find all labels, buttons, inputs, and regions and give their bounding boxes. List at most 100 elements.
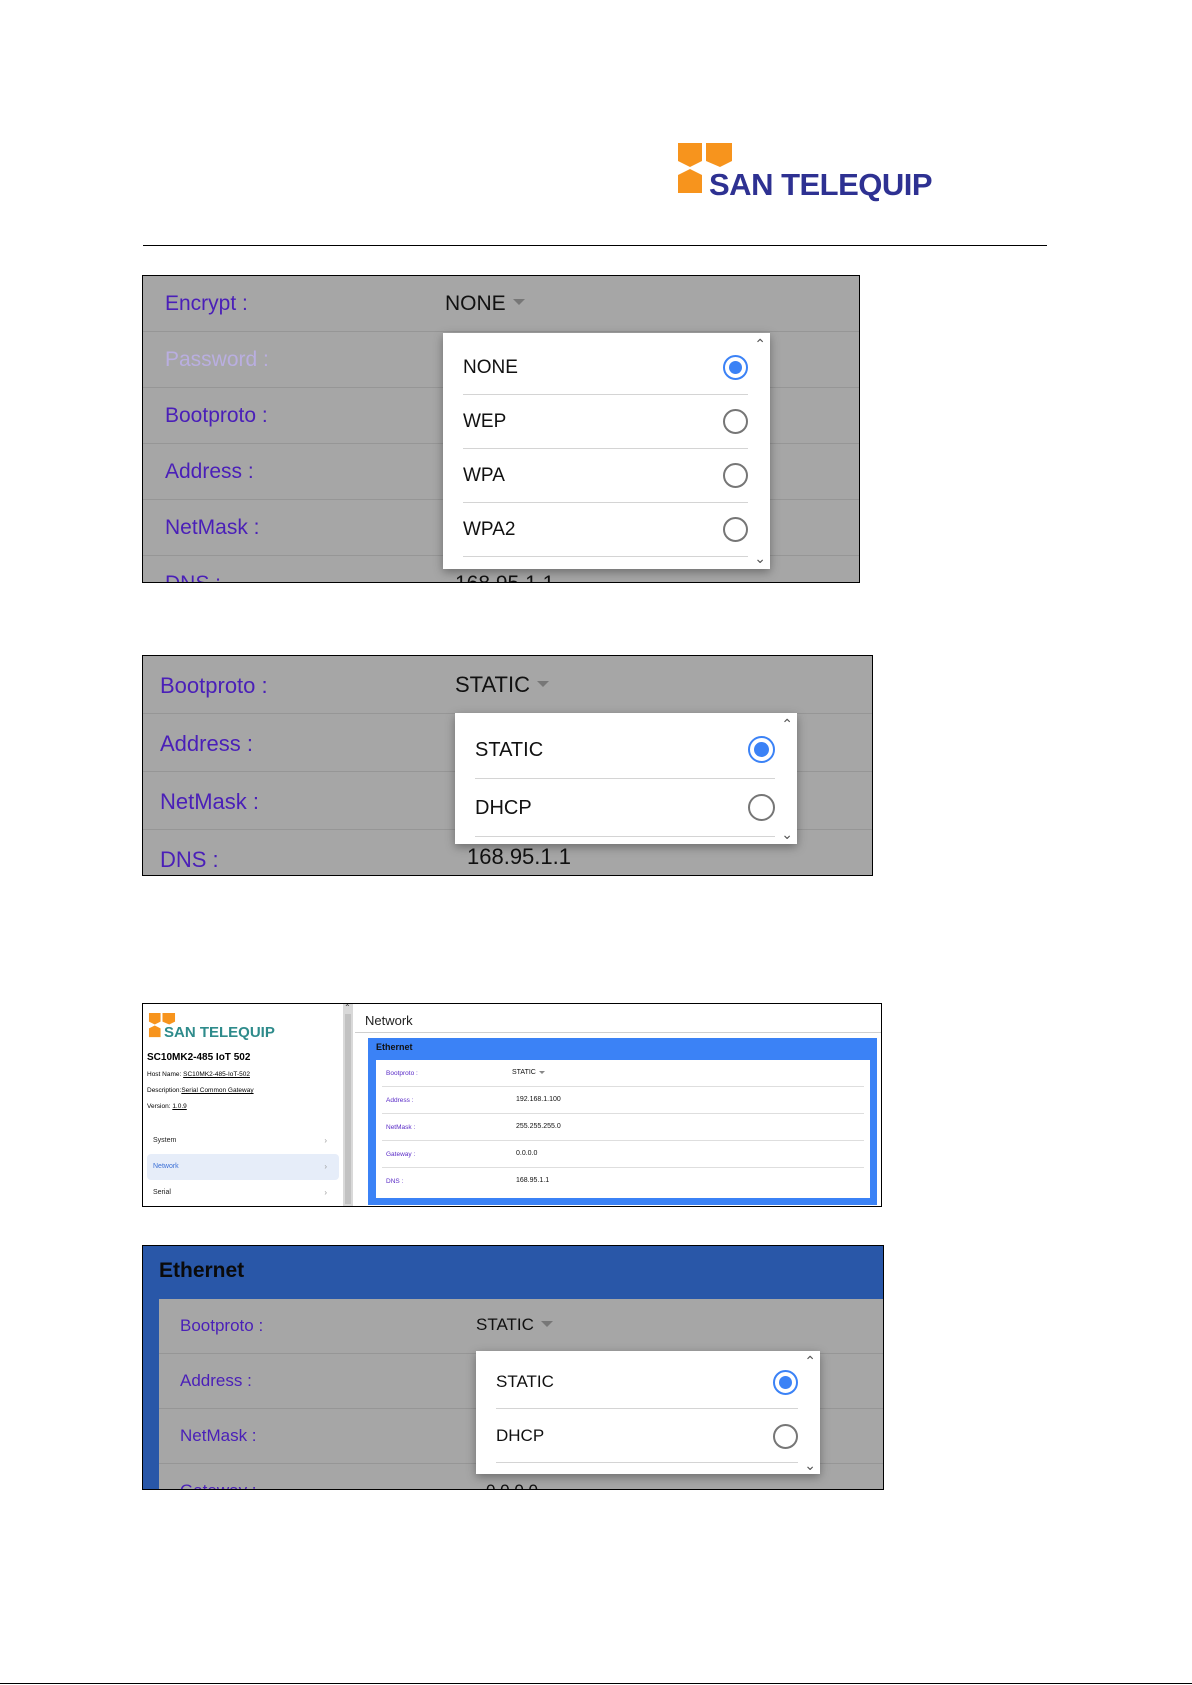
- scroll-up-icon[interactable]: ⌃: [344, 1004, 351, 1012]
- bootproto-row: Bootproto : STATIC: [382, 1060, 864, 1087]
- scroll-down-icon[interactable]: ⌄: [781, 827, 793, 841]
- netmask-value[interactable]: 255.255.255.0: [516, 1123, 561, 1130]
- bootproto-select[interactable]: STATIC: [476, 1315, 553, 1335]
- caret-down-icon: [538, 1070, 545, 1074]
- bootproto-settings-panel: Bootproto : STATIC Address : NetMask : D…: [142, 655, 873, 876]
- version: Version: 1.0.9: [147, 1103, 187, 1110]
- option-label: NONE: [463, 357, 518, 378]
- host-name-value: SC10MK2-485-IoT-502: [183, 1071, 250, 1078]
- bootproto-label: Bootproto :: [165, 404, 268, 427]
- gateway-row: Gateway : 0.0.0.0: [382, 1141, 864, 1168]
- option-static[interactable]: STATIC: [496, 1355, 798, 1409]
- encrypt-row: Encrypt : NONE: [143, 276, 859, 332]
- encrypt-dropdown-menu: ⌃ NONE WEP WPA WPA2 ⌄: [443, 333, 770, 569]
- device-name: SC10MK2-485 IoT 502: [147, 1052, 251, 1063]
- gateway-label: Gateway :: [386, 1151, 416, 1158]
- bootproto-select-value: STATIC: [455, 672, 530, 697]
- option-dhcp[interactable]: DHCP: [496, 1409, 798, 1463]
- scroll-down-icon[interactable]: ⌄: [804, 1458, 816, 1472]
- ethernet-settings-panel: Ethernet Bootproto : STATIC Address : Ne…: [142, 1245, 884, 1490]
- option-label: DHCP: [475, 797, 532, 819]
- ethernet-form: Bootproto : STATIC Address : NetMask : G…: [159, 1299, 883, 1489]
- bootproto-select[interactable]: STATIC: [455, 672, 549, 698]
- san-telequip-logo: SAN TELEQUIP: [676, 141, 941, 202]
- option-static[interactable]: STATIC: [475, 721, 775, 779]
- netmask-row: NetMask : 255.255.255.0: [382, 1114, 864, 1141]
- description: Description:Serial Common Gateway: [147, 1087, 254, 1094]
- scroll-up-icon[interactable]: ⌃: [754, 337, 766, 351]
- radio-unselected-icon[interactable]: [723, 463, 748, 488]
- dns-row: DNS : 168.95.1.1: [382, 1168, 864, 1195]
- sidebar-item-system[interactable]: System ›: [147, 1128, 339, 1154]
- bootproto-label: Bootproto :: [160, 673, 268, 698]
- scrollbar-thumb[interactable]: [345, 1014, 351, 1204]
- gateway-label: Gateway :: [180, 1481, 257, 1489]
- encrypt-settings-panel: Encrypt : NONE Password : Bootproto : Ad…: [142, 275, 860, 583]
- bootproto-label: Bootproto :: [180, 1316, 264, 1335]
- bootproto-select[interactable]: STATIC: [512, 1069, 545, 1076]
- option-wpa[interactable]: WPA: [463, 449, 748, 503]
- version-label: Version:: [147, 1103, 171, 1110]
- netmask-label: NetMask :: [386, 1124, 416, 1131]
- bootproto-label: Bootproto :: [386, 1070, 418, 1077]
- radio-selected-icon[interactable]: [773, 1370, 798, 1395]
- dns-value: 168.95.1.1: [455, 572, 554, 582]
- address-label: Address :: [180, 1371, 252, 1390]
- ethernet-card-title: Ethernet: [376, 1042, 413, 1052]
- host-name: Host Name: SC10MK2-485-IoT-502: [147, 1071, 250, 1078]
- sidebar-brand-text: SAN TELEQUIP: [164, 1024, 275, 1041]
- logo-brand-text: SAN TELEQUIP: [709, 167, 933, 202]
- bootproto-row: Bootproto : STATIC: [143, 656, 872, 714]
- sidebar-item-network[interactable]: Network ›: [147, 1154, 339, 1180]
- option-label: DHCP: [496, 1426, 545, 1445]
- option-none[interactable]: NONE: [463, 341, 748, 395]
- option-wep[interactable]: WEP: [463, 395, 748, 449]
- scroll-up-icon[interactable]: ⌃: [804, 1354, 816, 1368]
- version-value: 1.0.9: [172, 1103, 187, 1110]
- page-title: Network: [365, 1013, 413, 1028]
- password-label: Password :: [165, 348, 269, 371]
- sidebar-scrollbar[interactable]: ⌃: [343, 1004, 353, 1206]
- sidebar-item-serial[interactable]: Serial ›: [147, 1180, 339, 1206]
- ethernet-title: Ethernet: [159, 1259, 245, 1282]
- title-divider: [355, 1032, 881, 1033]
- address-row: Address : 192.168.1.100: [382, 1087, 864, 1114]
- radio-unselected-icon[interactable]: [723, 517, 748, 542]
- option-wpa2[interactable]: WPA2: [463, 503, 748, 557]
- dns-label: DNS :: [160, 847, 219, 872]
- dns-label: DNS :: [386, 1178, 404, 1185]
- ethernet-card-body: Bootproto : STATIC Address : 192.168.1.1…: [376, 1060, 870, 1198]
- scroll-up-icon[interactable]: ⌃: [781, 717, 793, 731]
- gateway-value: 0.0.0.0: [486, 1481, 538, 1489]
- ethernet-card: Ethernet Bootproto : STATIC Address : 19…: [368, 1038, 877, 1205]
- sidebar-logo: SAN TELEQUIP: [148, 1012, 288, 1042]
- dns-value[interactable]: 168.95.1.1: [516, 1177, 549, 1184]
- bootproto-dropdown-menu: ⌃ STATIC DHCP ⌄: [455, 713, 797, 844]
- sidebar-item-label: Network: [153, 1163, 179, 1170]
- address-value[interactable]: 192.168.1.100: [516, 1096, 561, 1103]
- option-label: WEP: [463, 411, 507, 432]
- chevron-right-icon: ›: [324, 1136, 327, 1145]
- bootproto-dropdown-menu: ⌃ STATIC DHCP ⌄: [476, 1351, 820, 1474]
- option-label: STATIC: [496, 1372, 554, 1391]
- radio-selected-icon[interactable]: [748, 736, 775, 763]
- option-label: WPA: [463, 465, 505, 486]
- description-label: Description:: [147, 1087, 182, 1094]
- scroll-down-icon[interactable]: ⌄: [754, 551, 766, 565]
- encrypt-select-value: NONE: [445, 292, 506, 315]
- address-label: Address :: [165, 460, 254, 483]
- encrypt-select[interactable]: NONE: [445, 292, 525, 316]
- caret-down-icon: [536, 681, 549, 688]
- option-label: STATIC: [475, 739, 544, 761]
- network-config-app: SAN TELEQUIP SC10MK2-485 IoT 502 Host Na…: [142, 1003, 882, 1207]
- bootproto-row: Bootproto : STATIC: [159, 1299, 883, 1354]
- address-label: Address :: [386, 1097, 414, 1104]
- radio-unselected-icon[interactable]: [723, 409, 748, 434]
- radio-selected-icon[interactable]: [723, 355, 748, 380]
- host-name-label: Host Name:: [147, 1071, 182, 1078]
- gateway-value[interactable]: 0.0.0.0: [516, 1150, 537, 1157]
- description-value: Serial Common Gateway: [181, 1087, 254, 1094]
- radio-unselected-icon[interactable]: [773, 1424, 798, 1449]
- option-dhcp[interactable]: DHCP: [475, 779, 775, 837]
- radio-unselected-icon[interactable]: [748, 794, 775, 821]
